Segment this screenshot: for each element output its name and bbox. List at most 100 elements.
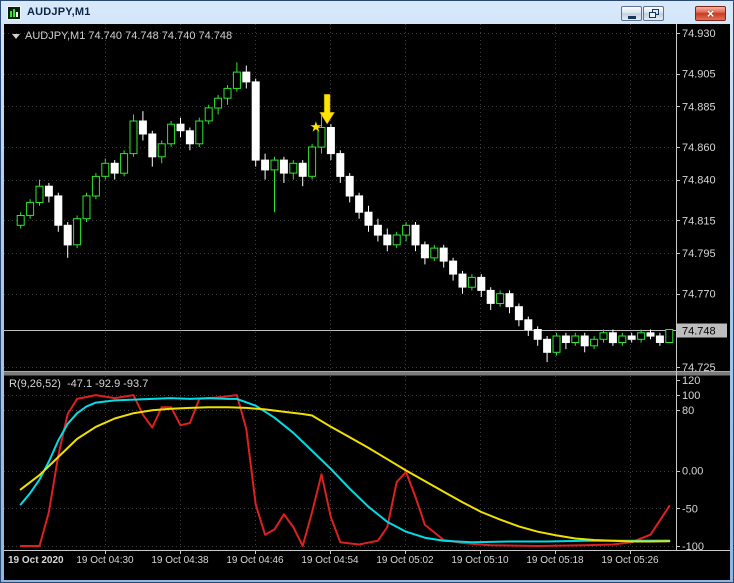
oscillator-axis-label: 120 [682,375,700,387]
close-icon: × [706,6,715,21]
candle [138,111,147,141]
chart-window-icon[interactable] [7,6,21,20]
candle [120,150,129,177]
oscillator-axis-label: -100 [682,541,704,553]
ohlc-values: 74.740 74.748 74.740 74.748 [88,30,233,42]
price-axis-label: 74.725 [682,362,716,374]
candle [232,62,241,92]
price-axis-label: 74.905 [682,69,716,81]
candle [44,182,53,203]
candle [73,215,82,249]
candle [655,332,664,346]
candle [129,114,138,157]
oscillator-line-r52 [19,406,671,543]
candle [251,78,260,167]
window-title: AUDJPY,M1 [27,6,91,18]
candle [101,158,110,180]
candle [599,329,608,343]
candle [63,222,72,258]
price-axis-label: 74.885 [682,101,716,113]
price-axis-label: 74.770 [682,289,716,301]
candle [627,332,636,343]
candle [637,329,646,343]
candle [477,274,486,297]
candle [449,257,458,281]
title-bar[interactable]: AUDJPY,M1 × [2,2,732,24]
candle [16,212,25,229]
candle [590,336,599,350]
price-axis-label: 74.815 [682,215,716,227]
chart-window: AUDJPY,M1 × ★ 74.930 74.905 74.885 74.860 74.… [0,0,734,583]
candle [439,244,448,268]
price-axis-label: 74.795 [682,248,716,260]
candle [270,156,279,213]
minimize-icon [627,15,636,19]
price-axis-label: 74.840 [682,175,716,187]
candle [514,303,523,327]
minimize-button[interactable] [621,6,642,21]
candle [167,121,176,147]
candle [458,270,467,294]
candle [402,222,411,242]
indicator-label: R(9,26,52) -47.1 -92.9 -93.7 [9,378,154,390]
candle [486,287,495,310]
candle [665,329,674,343]
oscillator-axis-label: -50 [682,503,698,515]
candle [308,143,317,180]
candle [204,104,213,125]
candle [411,222,420,252]
candle [223,85,232,105]
oscillator-axis[interactable]: 120 100 80 0.00 -50 -100 [676,375,704,553]
time-axis-label: 19 Oct 05:18 [526,555,584,566]
time-axis-label: 19 Oct 05:26 [601,555,659,566]
indicator-values: -47.1 -92.9 -93.7 [66,378,149,390]
candle [54,192,63,232]
candle [571,332,580,346]
candle [242,65,251,89]
candle [157,140,166,164]
candles-layer [16,62,674,363]
restore-icon [648,9,659,18]
candle [533,326,542,346]
candle [373,218,382,242]
candle [561,332,570,350]
chart-canvas[interactable]: ★74.93074.90574.88574.86074.84074.81574.… [4,24,730,580]
chart-client-area[interactable]: ★ 74.930 74.905 74.885 74.860 74.840 74.815 74.… [4,24,730,580]
candle [110,160,119,180]
candle [505,290,514,314]
candle [35,179,44,206]
time-axis-label: 19 Oct 04:30 [76,555,134,566]
current-price-label: 74.748 [682,326,716,338]
candle [496,290,505,307]
chevron-down-icon[interactable] [12,33,20,39]
oscillator-axis-label: 0.00 [682,466,703,478]
candle [26,199,35,219]
candle [467,274,476,291]
symbol-label: AUDJPY,M1 [25,30,86,42]
close-button[interactable]: × [695,6,726,21]
star-marker[interactable]: ★ [310,119,323,135]
symbol-ohlc-overlay: AUDJPY,M1 74.740 74.748 74.740 74.748 [12,30,232,42]
indicator-name: R(9,26,52) [9,378,61,390]
price-axis[interactable]: 74.930 74.905 74.885 74.860 74.840 74.815 74.7… [676,28,727,374]
time-axis-label: 19 Oct 04:54 [301,555,359,566]
time-axis-label: 19 Oct 04:46 [226,555,284,566]
candle [543,336,552,363]
candle [608,329,617,346]
time-axis[interactable]: 19 Oct 2020 19 Oct 04:30 19 Oct 04:38 19 Oc… [8,550,659,566]
candle [261,153,270,180]
candle [618,332,627,346]
candle [552,332,561,356]
time-axis-label: 19 Oct 05:10 [451,555,509,566]
price-axis-label: 74.860 [682,142,716,154]
candle [580,332,589,353]
oscillator-axis-label: 80 [682,405,694,417]
candle [326,124,335,161]
restore-button[interactable] [643,6,664,21]
candle [364,205,373,232]
candle [298,160,307,187]
candle [420,241,429,265]
candle [148,130,157,167]
candle [91,173,100,200]
time-axis-label: 19 Oct 05:02 [376,555,434,566]
